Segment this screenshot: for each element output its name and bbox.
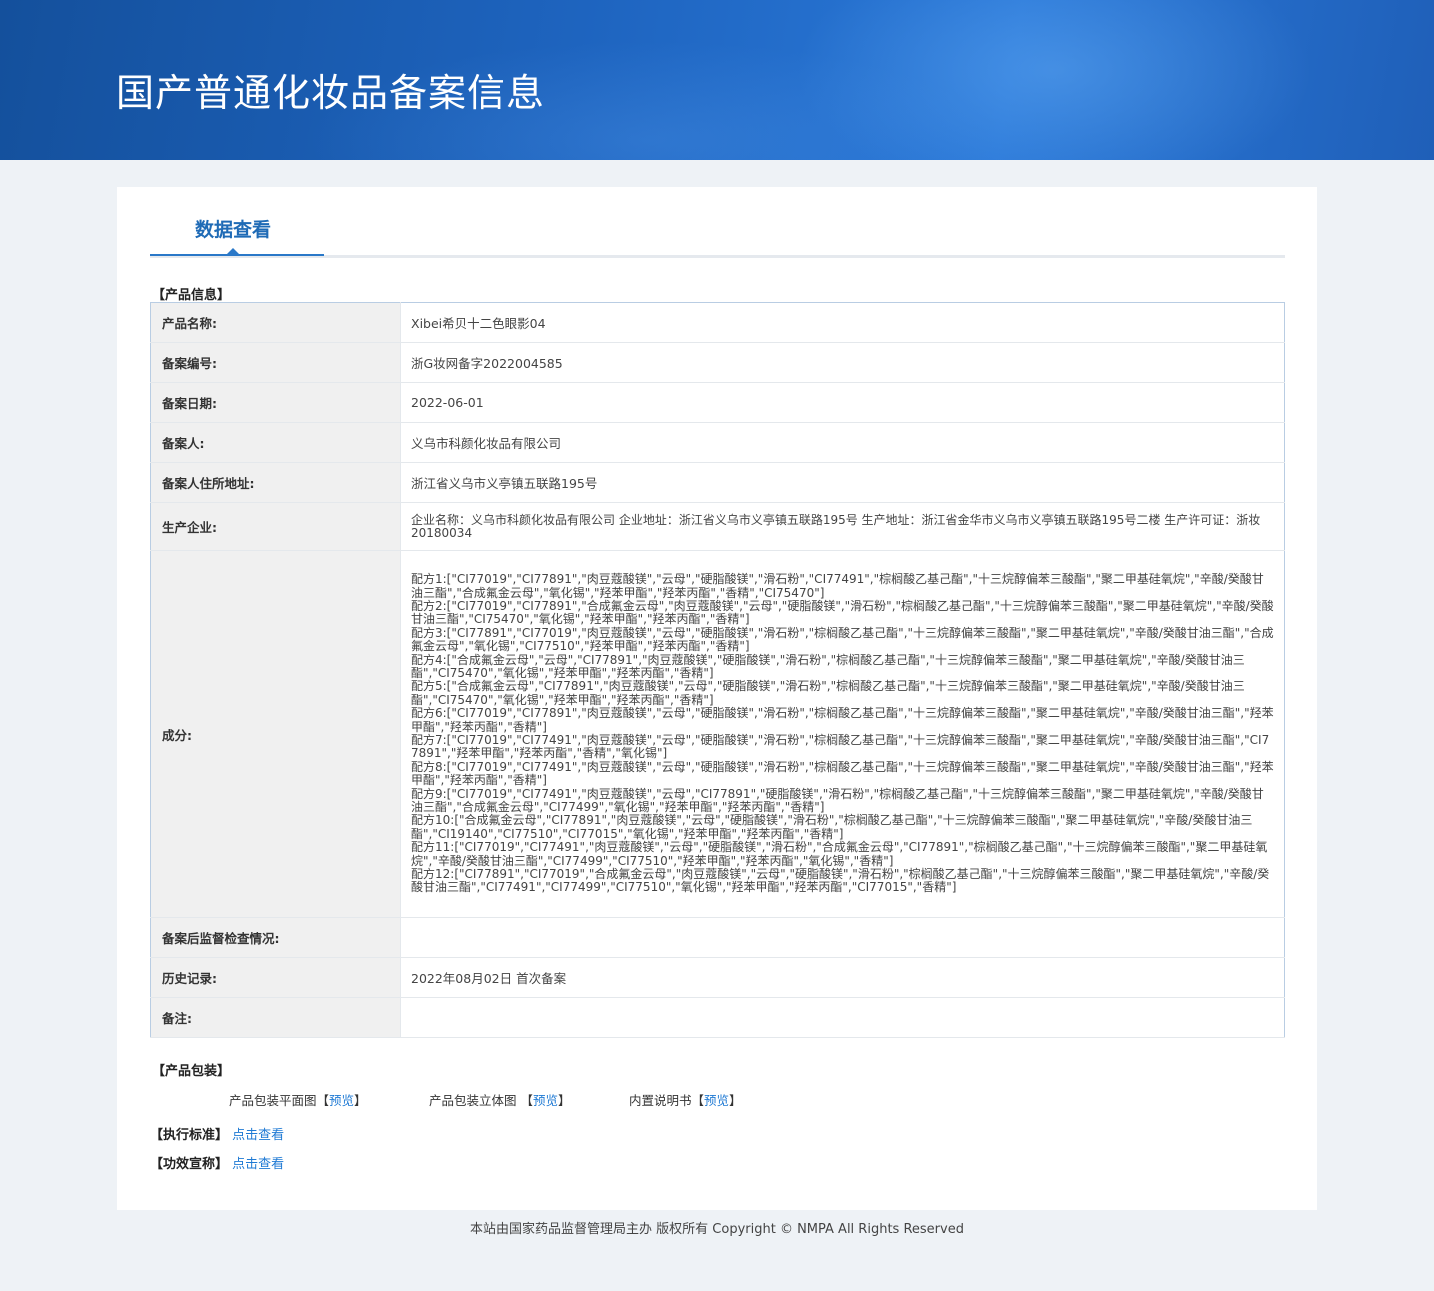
ingredient-formula: 配方1:["CI77019","CI77891","肉豆蔻酸镁","云母","硬… [411, 572, 1264, 600]
package-solid: 产品包装立体图 【预览】 [429, 1090, 571, 1109]
footer-copyright: 本站由国家药品监督管理局主办 版权所有 Copyright © NMPA All… [470, 1222, 964, 1237]
package-manual-label: 内置说明书 [629, 1093, 692, 1108]
page-title: 国产普通化妆品备案信息 [116, 71, 546, 115]
tab-active-indicator [150, 254, 324, 256]
field-label: 产品名称: [150, 302, 401, 343]
bracket-close: 】 [729, 1093, 742, 1108]
ingredient-formula: 配方11:["CI77019","CI77491","肉豆蔻酸镁","云母","… [411, 840, 1268, 868]
package-solid-label: 产品包装立体图 [429, 1093, 517, 1108]
preview-flat-link[interactable]: 预览 [329, 1093, 354, 1108]
ingredient-formula: 配方6:["CI77019","CI77891","肉豆蔻酸镁","云母","硬… [411, 706, 1274, 734]
field-label: 备案后监督检查情况: [150, 917, 401, 958]
table-row: 备案人: 义乌市科颜化妆品有限公司 [150, 422, 1285, 463]
record-date: 2022-06-01 [400, 382, 1285, 423]
field-label: 备案人住所地址: [150, 462, 401, 503]
ingredient-formula: 配方12:["CI77891","CI77019","合成氟金云母","肉豆蔻酸… [411, 867, 1270, 895]
preview-solid-link[interactable]: 预览 [533, 1093, 558, 1108]
package-manual: 内置说明书【预览】 [629, 1090, 742, 1109]
package-flat-label: 产品包装平面图 [229, 1093, 317, 1108]
standard-label: 【执行标准】 [150, 1128, 229, 1143]
ingredient-formula: 配方5:["合成氟金云母","CI77891","肉豆蔻酸镁","云母","硬脂… [411, 679, 1245, 707]
field-label: 备注: [150, 997, 401, 1038]
table-row: 备注: [150, 997, 1285, 1038]
bracket-open: 【 [691, 1093, 705, 1108]
efficacy-view-link[interactable]: 点击查看 [232, 1157, 284, 1172]
table-row: 备案编号: 浙G妆网备字2022004585 [150, 342, 1285, 383]
supervision-status [400, 917, 1285, 958]
bracket-close: 】 [354, 1093, 367, 1108]
preview-manual-link[interactable]: 预览 [704, 1093, 729, 1108]
standard-view-link[interactable]: 点击查看 [232, 1128, 284, 1143]
bracket-close: 】 [558, 1093, 571, 1108]
table-row: 历史记录: 2022年08月02日 首次备案 [150, 957, 1285, 998]
table-row: 备案人住所地址: 浙江省义乌市义亭镇五联路195号 [150, 462, 1285, 503]
section-product-info: 【产品信息】 [152, 288, 231, 303]
field-label: 备案人: [150, 422, 401, 463]
efficacy-row: 【功效宣称】 点击查看 [150, 1153, 284, 1172]
history-record: 2022年08月02日 首次备案 [400, 957, 1285, 998]
ingredient-formula: 配方10:["合成氟金云母","CI77891","肉豆蔻酸镁","云母","硬… [411, 813, 1253, 841]
registrant: 义乌市科颜化妆品有限公司 [400, 422, 1285, 463]
ingredients-list: 配方1:["CI77019","CI77891","肉豆蔻酸镁","云母","硬… [411, 569, 1274, 899]
ingredient-formula: 配方8:["CI77019","CI77491","肉豆蔻酸镁","云母","硬… [411, 759, 1274, 788]
remark [400, 997, 1285, 1038]
ingredient-formula: 配方9:["CI77019","CI77491","肉豆蔻酸镁","云母","C… [411, 786, 1264, 815]
field-label: 历史记录: [150, 957, 401, 998]
efficacy-label: 【功效宣称】 [150, 1157, 229, 1172]
product-info-table: 产品名称: Xibei希贝十二色眼影04 备案编号: 浙G妆网备字2022004… [150, 302, 1285, 1038]
record-number: 浙G妆网备字2022004585 [400, 342, 1285, 383]
ingredient-formula: 配方3:["CI77891","CI77019","肉豆蔻酸镁","云母","硬… [411, 625, 1274, 654]
ingredient-formula: 配方2:["CI77019","CI77891","合成氟金云母","肉豆蔻酸镁… [411, 598, 1274, 627]
table-row: 产品名称: Xibei希贝十二色眼影04 [150, 302, 1285, 343]
bracket-open: 【 [316, 1093, 330, 1108]
field-label: 成分: [150, 550, 401, 918]
package-flat: 产品包装平面图【预览】 [229, 1090, 367, 1109]
standard-row: 【执行标准】 点击查看 [150, 1124, 284, 1143]
registrant-address: 浙江省义乌市义亭镇五联路195号 [400, 462, 1285, 503]
bracket-open: 【 [520, 1093, 534, 1108]
tab-caret-icon [227, 248, 239, 254]
header-banner: 国产普通化妆品备案信息 [0, 0, 1434, 160]
table-row: 备案后监督检查情况: [150, 917, 1285, 958]
ingredient-formula: 配方7:["CI77019","CI77491","肉豆蔻酸镁","云母","硬… [411, 733, 1270, 761]
product-name: Xibei希贝十二色眼影04 [400, 302, 1285, 343]
table-row: 成分: 配方1:["CI77019","CI77891","肉豆蔻酸镁","云母… [150, 550, 1285, 918]
content-card: 数据查看 【产品信息】 产品名称: Xibei希贝十二色眼影04 备案编号: 浙… [117, 187, 1317, 1210]
tab-data-view[interactable]: 数据查看 [195, 215, 271, 242]
field-label: 生产企业: [150, 502, 401, 551]
ingredient-formula: 配方4:["合成氟金云母","云母","CI77891","肉豆蔻酸镁","硬脂… [411, 652, 1245, 680]
field-label: 备案日期: [150, 382, 401, 423]
table-row: 生产企业: 企业名称：义乌市科颜化妆品有限公司 企业地址：浙江省义乌市义亭镇五联… [150, 502, 1285, 551]
section-product-package: 【产品包装】 [152, 1064, 231, 1079]
field-label: 备案编号: [150, 342, 401, 383]
manufacturer: 企业名称：义乌市科颜化妆品有限公司 企业地址：浙江省义乌市义亭镇五联路195号 … [411, 512, 1261, 540]
table-row: 备案日期: 2022-06-01 [150, 382, 1285, 423]
